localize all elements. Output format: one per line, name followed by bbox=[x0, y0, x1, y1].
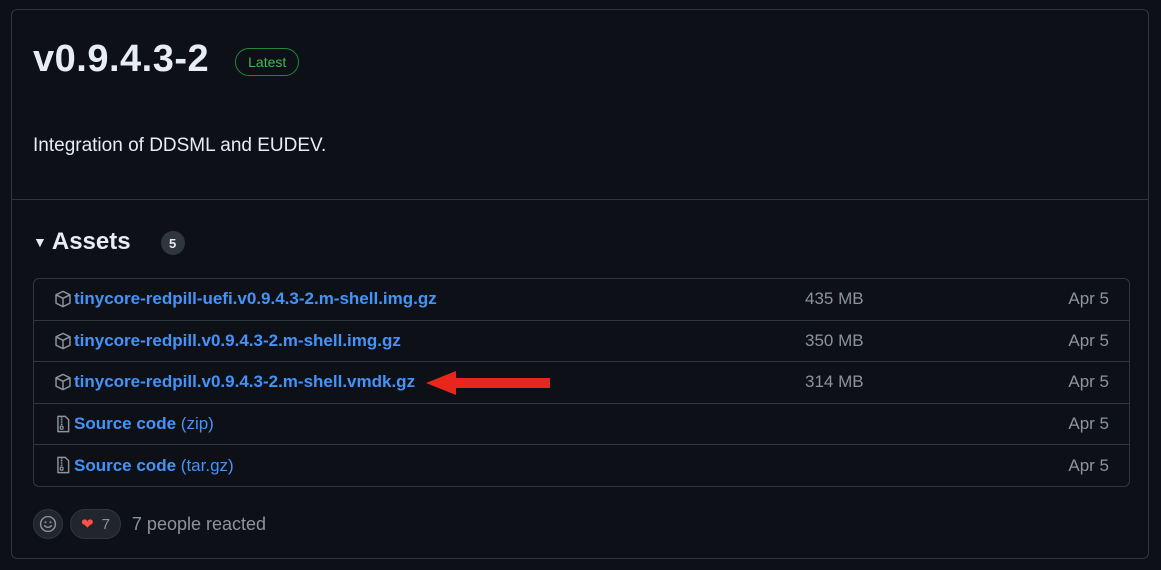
assets-list: tinycore-redpill-uefi.v0.9.4.3-2.m-shell… bbox=[33, 278, 1130, 487]
asset-date: Apr 5 bbox=[1068, 414, 1109, 434]
heart-icon: ❤ bbox=[81, 516, 94, 533]
asset-row: tinycore-redpill.v0.9.4.3-2.m-shell.img.… bbox=[34, 321, 1129, 363]
release-description: Integration of DDSML and EUDEV. bbox=[33, 135, 327, 156]
source-code-targz-link[interactable]: Source code (tar.gz) bbox=[74, 456, 234, 476]
reactions-summary: 7 people reacted bbox=[131, 513, 267, 534]
asset-row: tinycore-redpill.v0.9.4.3-2.m-shell.vmdk… bbox=[34, 362, 1129, 404]
assets-toggle[interactable]: ▼ Assets 5 bbox=[33, 228, 185, 256]
asset-size: 435 MB bbox=[805, 289, 864, 309]
release-card: v0.9.4.3-2 Latest Integration of DDSML a… bbox=[11, 9, 1149, 559]
package-icon bbox=[55, 332, 71, 349]
release-title[interactable]: v0.9.4.3-2 bbox=[33, 38, 209, 81]
asset-date: Apr 5 bbox=[1068, 289, 1109, 309]
asset-size: 314 MB bbox=[805, 372, 864, 392]
heart-count: 7 bbox=[101, 515, 110, 533]
asset-link[interactable]: tinycore-redpill-uefi.v0.9.4.3-2.m-shell… bbox=[74, 289, 437, 309]
file-zip-icon bbox=[57, 415, 70, 433]
package-icon bbox=[55, 373, 71, 391]
asset-link[interactable]: tinycore-redpill.v0.9.4.3-2.m-shell.img.… bbox=[74, 331, 401, 351]
latest-badge: Latest bbox=[235, 47, 300, 76]
smiley-icon bbox=[39, 515, 57, 533]
asset-link[interactable]: tinycore-redpill.v0.9.4.3-2.m-shell.vmdk… bbox=[74, 372, 415, 392]
asset-row: Source code (tar.gz) Apr 5 bbox=[34, 445, 1129, 486]
caret-down-icon: ▼ bbox=[33, 234, 47, 250]
source-code-zip-link[interactable]: Source code (zip) bbox=[74, 414, 214, 434]
reactions-bar: ❤ 7 7 people reacted bbox=[33, 509, 266, 539]
asset-size: 350 MB bbox=[805, 330, 864, 350]
asset-date: Apr 5 bbox=[1068, 372, 1109, 392]
asset-date: Apr 5 bbox=[1068, 330, 1109, 350]
assets-title: Assets bbox=[51, 228, 131, 255]
heart-reaction-button[interactable]: ❤ 7 bbox=[70, 509, 121, 539]
asset-row: tinycore-redpill-uefi.v0.9.4.3-2.m-shell… bbox=[34, 279, 1129, 321]
red-arrow-icon bbox=[426, 371, 550, 396]
asset-date: Apr 5 bbox=[1068, 456, 1109, 476]
divider bbox=[12, 199, 1148, 200]
asset-row: Source code (zip) Apr 5 bbox=[34, 404, 1129, 446]
release-header: v0.9.4.3-2 Latest bbox=[33, 38, 300, 81]
package-icon bbox=[55, 290, 71, 308]
add-reaction-button[interactable] bbox=[33, 509, 63, 539]
file-zip-icon bbox=[57, 456, 70, 474]
assets-count-badge: 5 bbox=[160, 231, 185, 255]
